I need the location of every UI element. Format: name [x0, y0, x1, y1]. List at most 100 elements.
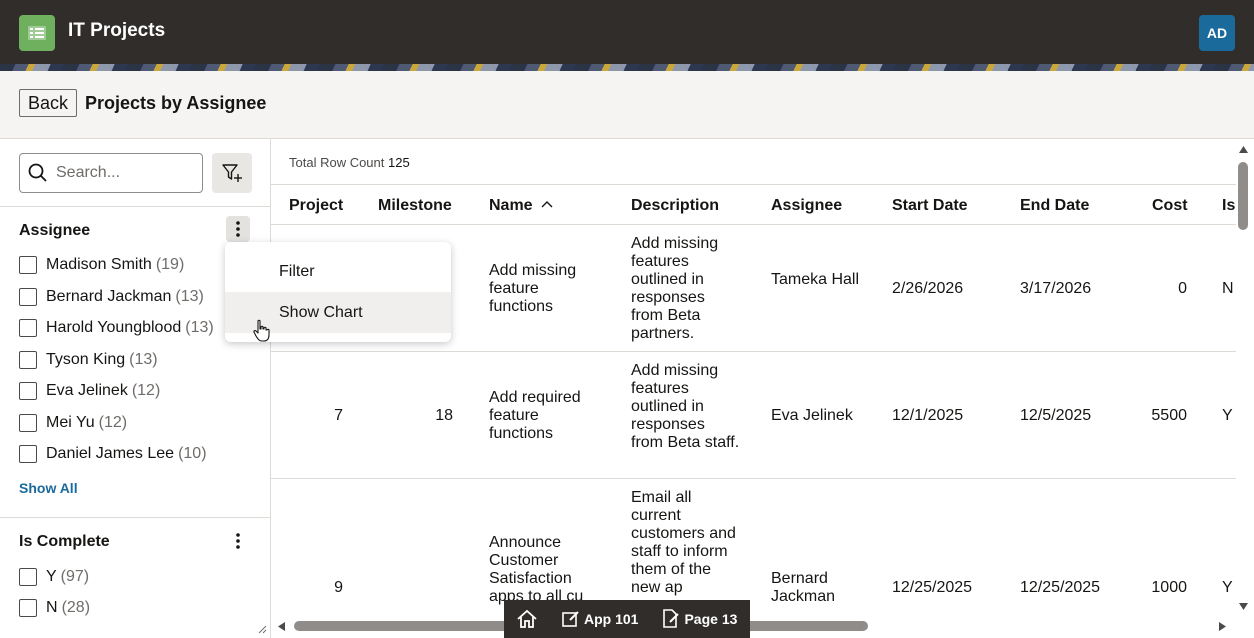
option-count: (19) [155, 256, 185, 273]
cell-description: Email all current customers and staff to… [631, 489, 736, 596]
devbar-page-button[interactable]: Page 13 [650, 600, 749, 638]
devbar-app-button[interactable]: App 101 [550, 600, 650, 638]
option-count: (12) [131, 382, 161, 399]
edit-page-icon [663, 609, 680, 628]
checkbox[interactable] [19, 414, 37, 432]
checkbox[interactable] [19, 256, 37, 274]
column-header-assignee[interactable]: Assignee [771, 197, 842, 215]
cell-project: 7 [334, 407, 343, 424]
option-label: Bernard Jackman [46, 288, 172, 305]
facet-title-is-complete: Is Complete [19, 533, 110, 550]
show-all-link[interactable]: Show All [19, 480, 78, 496]
search-input[interactable] [56, 164, 196, 182]
column-header-is-complete[interactable]: Is [1222, 197, 1235, 215]
cell-cost: 1000 [1151, 579, 1187, 596]
scroll-down-arrow-icon[interactable] [1238, 602, 1249, 611]
cell-cost: 0 [1178, 280, 1187, 297]
sort-ascending-icon [541, 201, 553, 208]
developer-toolbar: App 101 Page 13 [504, 600, 750, 638]
grid-header-row: Project Milestone Name Description Assig… [271, 184, 1236, 225]
row-divider [271, 351, 1236, 352]
option-count: (13) [129, 351, 158, 368]
option-label: N [46, 599, 58, 616]
cell-milestone: 18 [435, 407, 453, 424]
filter-add-icon [222, 164, 242, 182]
cell-name: Add missing feature functions [489, 262, 577, 315]
cell-cost: 5500 [1151, 407, 1187, 424]
add-filter-button[interactable] [212, 153, 252, 193]
devbar-page-label: Page 13 [684, 611, 738, 627]
cell-end-date: 12/25/2025 [1020, 579, 1101, 596]
cell-name: Add required feature functions [489, 389, 581, 442]
cell-start-date: 12/1/2025 [892, 407, 964, 424]
option-count: (97) [60, 568, 90, 585]
column-header-project[interactable]: Project [289, 197, 343, 215]
facet-option-tyson-king[interactable]: Tyson King (13) [19, 349, 158, 371]
option-count: (12) [98, 414, 128, 431]
menu-item-filter[interactable]: Filter [225, 251, 451, 292]
checkbox[interactable] [19, 568, 37, 586]
scroll-up-arrow-icon[interactable] [1238, 145, 1249, 154]
column-header-end-date[interactable]: End Date [1020, 197, 1089, 215]
back-button[interactable]: Back [19, 89, 78, 117]
search-icon [28, 163, 47, 182]
column-header-milestone[interactable]: Milestone [378, 197, 452, 215]
app-logo-icon[interactable] [19, 15, 55, 51]
app-title[interactable]: IT Projects [68, 20, 165, 42]
search-field[interactable] [19, 153, 203, 193]
cell-description: Add missing features outlined in respons… [631, 235, 719, 342]
user-avatar[interactable]: AD [1199, 15, 1235, 51]
column-header-name[interactable]: Name [489, 197, 553, 215]
sidebar-divider [0, 206, 270, 207]
facet-option-n[interactable]: N (28) [19, 597, 90, 619]
more-vertical-icon [236, 533, 240, 549]
app-header: IT Projects AD [0, 0, 1254, 64]
checkbox[interactable] [19, 382, 37, 400]
edit-app-icon [562, 611, 579, 627]
facet-option-madison-smith[interactable]: Madison Smith (19) [19, 254, 184, 276]
assignee-actions-button[interactable] [226, 216, 250, 242]
checkbox[interactable] [19, 599, 37, 617]
option-label: Y [46, 568, 57, 585]
more-vertical-icon [236, 221, 240, 237]
column-header-start-date[interactable]: Start Date [892, 197, 968, 215]
scroll-left-arrow-icon[interactable] [277, 621, 286, 632]
option-label: Mei Yu [46, 414, 95, 431]
cell-description: Add missing features outlined in respons… [631, 362, 740, 451]
option-label: Tyson King [46, 351, 126, 368]
facet-option-harold-youngblood[interactable]: Harold Youngblood (13) [19, 317, 214, 339]
facet-option-y[interactable]: Y (97) [19, 566, 89, 588]
cell-is-complete: Y [1222, 407, 1233, 424]
cell-start-date: 2/26/2026 [892, 280, 964, 297]
hand-pointer-cursor-icon [253, 319, 270, 342]
row-count-value: 125 [388, 155, 410, 170]
option-count: (13) [185, 319, 214, 336]
checkbox[interactable] [19, 445, 37, 463]
sidebar-divider [0, 517, 270, 518]
checkbox[interactable] [19, 319, 37, 337]
checkbox[interactable] [19, 351, 37, 369]
cell-end-date: 3/17/2026 [1020, 280, 1092, 297]
column-header-name-label: Name [489, 197, 533, 214]
checkbox[interactable] [19, 288, 37, 306]
cell-is-complete: Y [1222, 579, 1233, 596]
column-header-description[interactable]: Description [631, 197, 719, 215]
facet-option-eva-jelinek[interactable]: Eva Jelinek (12) [19, 380, 160, 402]
row-count-label: Total Row Count [289, 155, 385, 170]
report-grid: Total Row Count 125 Project Milestone Na… [271, 139, 1254, 638]
facet-option-mei-yu[interactable]: Mei Yu (12) [19, 412, 127, 434]
is-complete-actions-button[interactable] [226, 528, 250, 554]
facet-option-bernard-jackman[interactable]: Bernard Jackman (13) [19, 286, 204, 308]
vertical-scrollbar-thumb[interactable] [1238, 162, 1248, 230]
devbar-home-button[interactable] [504, 600, 550, 638]
cell-start-date: 12/25/2025 [892, 579, 973, 596]
devbar-app-label: App 101 [584, 611, 639, 627]
option-label: Madison Smith [46, 256, 152, 273]
facet-option-daniel-james-lee[interactable]: Daniel James Lee (10) [19, 443, 207, 465]
cell-end-date: 12/5/2025 [1020, 407, 1092, 424]
column-header-cost[interactable]: Cost [1152, 197, 1188, 215]
option-count: (10) [178, 445, 207, 462]
faceted-search-sidebar: Assignee Madison Smith(19) Bernard Jackm… [0, 139, 271, 638]
scroll-right-arrow-icon[interactable] [1218, 621, 1227, 632]
resize-grip-icon[interactable] [257, 624, 267, 634]
